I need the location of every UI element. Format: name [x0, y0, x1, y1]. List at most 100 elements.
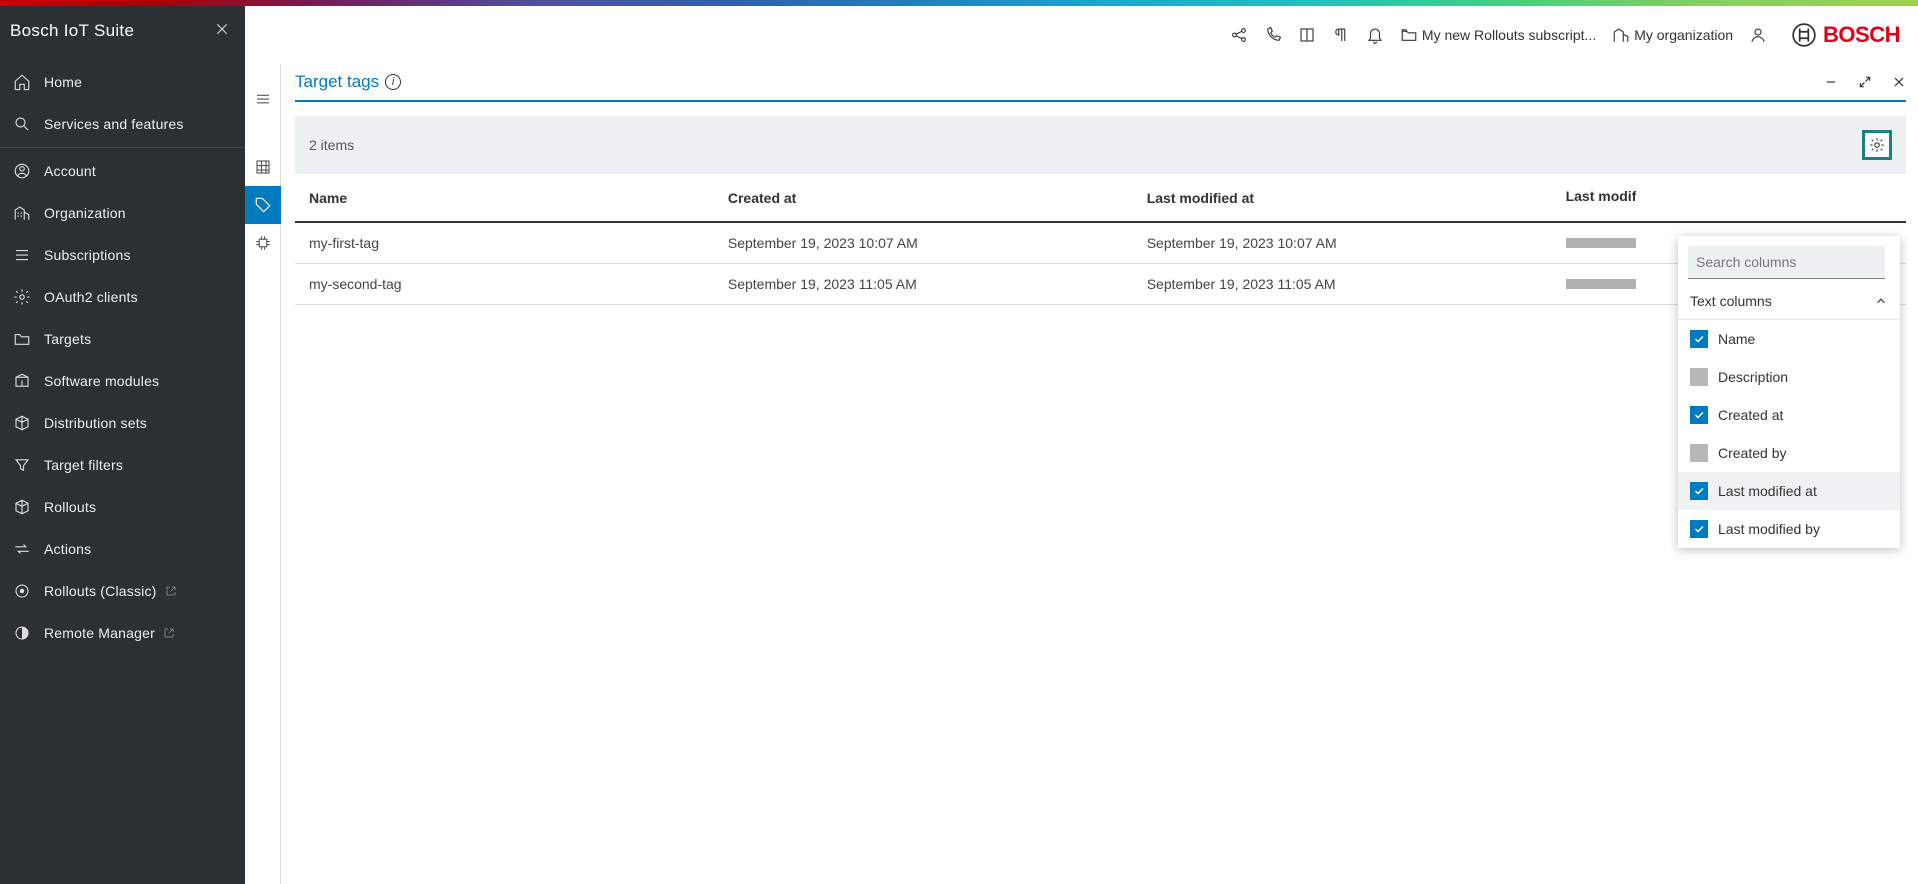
vtoolbar-chip[interactable] — [245, 224, 281, 262]
checkbox-unchecked-icon — [1690, 444, 1708, 462]
panel-title-text: Target tags — [295, 72, 379, 92]
paragraph-icon[interactable] — [1332, 26, 1350, 44]
organization-link[interactable]: My organization — [1612, 26, 1733, 44]
sidebar-item-label: Distribution sets — [44, 415, 147, 431]
sidebar-item-software-modules[interactable]: Software modules — [0, 360, 245, 402]
sidebar-item-target-filters[interactable]: Target filters — [0, 444, 245, 486]
column-option-label: Created by — [1718, 445, 1786, 461]
cube-icon — [12, 413, 32, 433]
package-icon — [12, 371, 32, 391]
sidebar-item-organization[interactable]: Organization — [0, 192, 245, 234]
cell-modified-at: September 19, 2023 11:05 AM — [1133, 264, 1552, 305]
filter-icon — [12, 455, 32, 475]
vtoolbar-hamburger[interactable] — [245, 80, 281, 118]
external-link-icon — [165, 585, 177, 597]
panel-title: Target tags i — [295, 72, 401, 92]
subscription-link[interactable]: My new Rollouts subscript... — [1400, 26, 1596, 44]
cell-created-at: September 19, 2023 11:05 AM — [714, 264, 1133, 305]
circle-half-icon — [12, 623, 32, 643]
sidebar-item-remote-manager[interactable]: Remote Manager — [0, 612, 245, 654]
building-icon — [1612, 26, 1630, 44]
expand-icon[interactable] — [1858, 75, 1872, 89]
column-option-name[interactable]: Name — [1678, 320, 1900, 358]
bosch-logo: BOSCH — [1791, 22, 1900, 48]
table-row[interactable]: my-second-tag September 19, 2023 11:05 A… — [295, 264, 1906, 305]
checkbox-checked-icon — [1690, 406, 1708, 424]
column-section-header[interactable]: Text columns — [1678, 283, 1900, 320]
share-icon[interactable] — [1230, 26, 1248, 44]
sidebar-item-label: Rollouts (Classic) — [44, 583, 157, 599]
book-icon[interactable] — [1298, 26, 1316, 44]
column-option-last-modified-at[interactable]: Last modified at — [1678, 472, 1900, 510]
user-circle-icon — [12, 161, 32, 181]
cube-icon — [12, 497, 32, 517]
gear-icon — [12, 287, 32, 307]
sidebar-item-label: Actions — [44, 541, 91, 557]
table-row[interactable]: my-first-tag September 19, 2023 10:07 AM… — [295, 222, 1906, 264]
sidebar-close-button[interactable] — [215, 20, 229, 41]
sidebar-item-oauth2[interactable]: OAuth2 clients — [0, 276, 245, 318]
th-name[interactable]: Name — [295, 174, 714, 222]
user-icon[interactable] — [1749, 26, 1767, 44]
sidebar-item-rollouts-classic[interactable]: Rollouts (Classic) — [0, 570, 245, 612]
info-icon[interactable]: i — [385, 74, 401, 90]
sidebar-item-distribution-sets[interactable]: Distribution sets — [0, 402, 245, 444]
sidebar: Bosch IoT Suite Home Services and featur… — [0, 6, 245, 884]
cell-name: my-second-tag — [295, 264, 714, 305]
checkbox-checked-icon — [1690, 482, 1708, 500]
checkbox-checked-icon — [1690, 330, 1708, 348]
sidebar-item-home[interactable]: Home — [0, 61, 245, 103]
sidebar-title: Bosch IoT Suite — [10, 21, 134, 41]
sidebar-item-label: Software modules — [44, 373, 159, 389]
column-option-label: Last modified at — [1718, 483, 1817, 499]
th-modified-by-label: Last modified by — [1566, 188, 1636, 204]
th-created-at[interactable]: Created at — [714, 174, 1133, 222]
list-icon — [12, 245, 32, 265]
phone-icon[interactable] — [1264, 26, 1282, 44]
column-settings-button[interactable] — [1862, 130, 1892, 160]
sidebar-item-label: Account — [44, 163, 96, 179]
column-option-label: Description — [1718, 369, 1788, 385]
sidebar-item-label: Targets — [44, 331, 91, 347]
column-option-description[interactable]: Description — [1678, 358, 1900, 396]
column-option-label: Name — [1718, 331, 1755, 347]
redacted-value — [1566, 238, 1636, 248]
sidebar-item-rollouts[interactable]: Rollouts — [0, 486, 245, 528]
sidebar-item-subscriptions[interactable]: Subscriptions — [0, 234, 245, 276]
column-option-created-at[interactable]: Created at — [1678, 396, 1900, 434]
th-modified-at[interactable]: Last modified at — [1133, 174, 1552, 222]
external-link-icon — [163, 627, 175, 639]
sidebar-item-label: Services and features — [44, 116, 184, 132]
chevron-up-icon — [1874, 294, 1888, 308]
column-search-input[interactable] — [1688, 246, 1885, 279]
minimize-icon[interactable] — [1824, 75, 1838, 89]
folder-icon — [12, 329, 32, 349]
building-icon — [12, 203, 32, 223]
folder-open-icon — [1400, 26, 1418, 44]
checkbox-unchecked-icon — [1690, 368, 1708, 386]
vtoolbar-tag[interactable] — [245, 186, 281, 224]
cell-modified-at: September 19, 2023 10:07 AM — [1133, 222, 1552, 264]
target-tags-panel: Target tags i 2 items — [281, 64, 1918, 884]
sidebar-item-account[interactable]: Account — [0, 150, 245, 192]
column-search-row — [1678, 236, 1900, 283]
vtoolbar-grid[interactable] — [245, 148, 281, 186]
th-modified-by[interactable]: Last modified by — [1552, 174, 1906, 222]
tags-table: Name Created at Last modified at Last mo… — [295, 174, 1906, 305]
home-icon — [12, 72, 32, 92]
sidebar-item-services[interactable]: Services and features — [0, 103, 245, 145]
organization-label: My organization — [1634, 27, 1733, 43]
sidebar-item-label: Rollouts — [44, 499, 96, 515]
items-count: 2 items — [309, 137, 354, 153]
column-option-label: Created at — [1718, 407, 1783, 423]
close-icon[interactable] — [1892, 75, 1906, 89]
sidebar-item-actions[interactable]: Actions — [0, 528, 245, 570]
bell-icon[interactable] — [1366, 26, 1384, 44]
sidebar-item-label: Subscriptions — [44, 247, 131, 263]
sidebar-item-targets[interactable]: Targets — [0, 318, 245, 360]
column-option-created-by[interactable]: Created by — [1678, 434, 1900, 472]
column-option-last-modified-by[interactable]: Last modified by — [1678, 510, 1900, 548]
table-header-row: Name Created at Last modified at Last mo… — [295, 174, 1906, 222]
table-container: 2 items Name Created at Last modified at… — [295, 116, 1906, 305]
content-row: Target tags i 2 items — [245, 64, 1918, 884]
